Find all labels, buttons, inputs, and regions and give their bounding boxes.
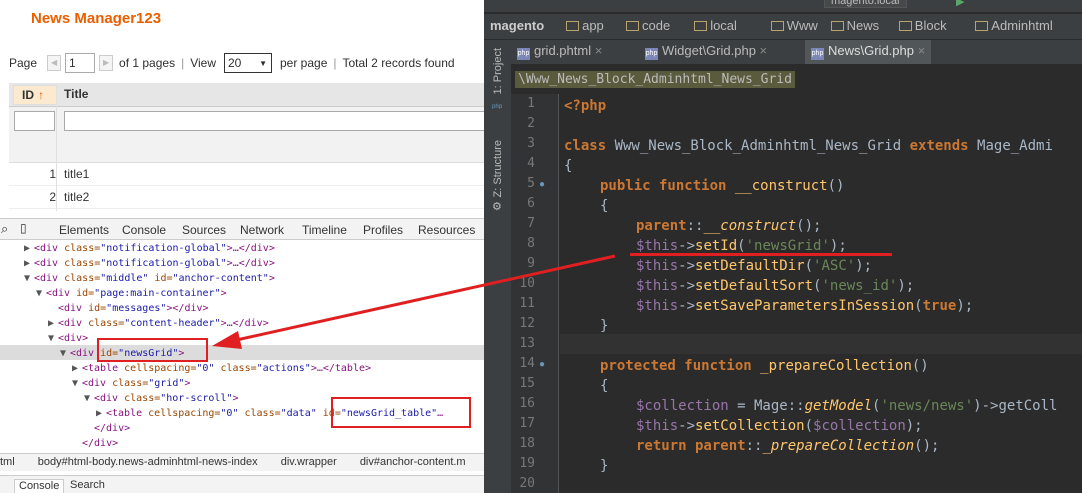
arrow-head bbox=[212, 331, 242, 349]
arrow-shaft bbox=[231, 254, 616, 343]
annotation-arrow bbox=[212, 254, 616, 349]
